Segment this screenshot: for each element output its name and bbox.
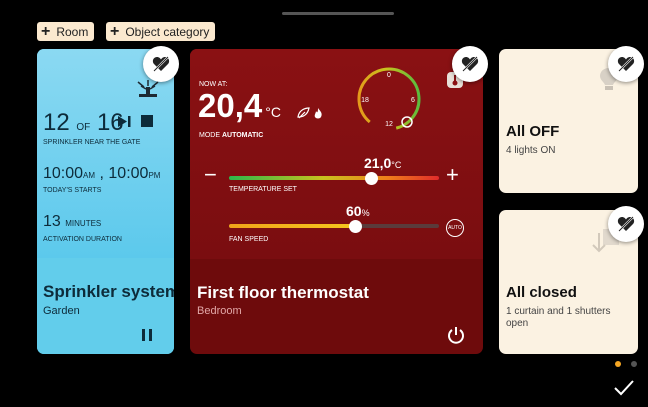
starts-label: TODAY'S STARTS [43, 187, 102, 194]
fan-knob[interactable] [348, 220, 362, 233]
temp-set-label: TEMPERATURE SET [229, 186, 297, 193]
fan-track-fill [229, 224, 355, 228]
gauge-tick-18: 18 [361, 97, 369, 104]
current-temperature: 20,4 °C [198, 87, 281, 125]
fan-value: 60 [346, 203, 362, 219]
setpoint: 21,0°C [364, 155, 401, 171]
skip-next-icon[interactable] [117, 115, 132, 128]
duration-value: 13 [43, 213, 61, 230]
stop-icon[interactable] [141, 115, 153, 127]
fan-label: FAN SPEED [229, 236, 269, 243]
fan-speed: 60% [346, 203, 370, 219]
cycle-of: OF [76, 122, 91, 133]
decrease-temp-button[interactable]: − [204, 164, 217, 186]
thermostat-card[interactable]: NOW AT: 20,4 °C MODE AUTOMATIC 0 6 12 18 … [190, 49, 483, 354]
card-title: Sprinkler system [43, 282, 174, 301]
unfavorite-icon[interactable] [452, 46, 488, 82]
start2-ampm: PM [148, 171, 161, 180]
current-temp-value: 20,4 [198, 87, 263, 124]
lights-title: All OFF [506, 123, 560, 140]
start-sep: , [99, 165, 104, 182]
cycle-current: 12 [43, 109, 70, 136]
add-category-label: Object category [125, 24, 210, 39]
unfavorite-icon[interactable] [608, 206, 644, 242]
start2-time: 10:00 [108, 165, 149, 182]
shutters-subtitle: 1 curtain and 1 shutters open [506, 306, 611, 329]
confirm-check-icon[interactable] [614, 380, 634, 396]
setpoint-value: 21,0 [364, 155, 392, 171]
duration: 13 MINUTES [43, 213, 101, 231]
temperature-track[interactable] [229, 176, 439, 180]
zone-label: SPRINKLER NEAR THE GATE [43, 139, 141, 146]
drag-handle[interactable] [282, 12, 394, 15]
pause-icon[interactable] [142, 329, 152, 341]
mode: MODE AUTOMATIC [199, 132, 263, 139]
unfavorite-icon[interactable] [608, 46, 644, 82]
add-room-button[interactable]: + Room [37, 22, 95, 41]
shutters-title: All closed [506, 284, 577, 301]
lights-subtitle: 4 lights ON [506, 145, 556, 156]
page-dot-active[interactable] [615, 361, 621, 367]
gauge-tick-6: 6 [411, 97, 415, 104]
page-dot[interactable] [631, 361, 637, 367]
temperature-gauge: 0 6 12 18 [357, 67, 421, 131]
plus-icon: + [41, 22, 51, 40]
start1-ampm: AM [83, 171, 96, 180]
card-title: First floor thermostat [197, 283, 369, 302]
power-icon[interactable] [447, 326, 465, 344]
gauge-tick-0: 0 [387, 72, 391, 79]
add-category-button[interactable]: + Object category [106, 22, 216, 41]
mode-label: MODE [199, 132, 220, 139]
mode-value: AUTOMATIC [221, 132, 264, 139]
start1-time: 10:00 [43, 165, 84, 182]
duration-label: ACTIVATION DURATION [43, 236, 122, 243]
sprinkler-card[interactable]: 12 OF 16 SPRINKLER NEAR THE GATE 10:00AM… [37, 49, 174, 354]
setpoint-unit: °C [391, 160, 402, 170]
duration-unit: MINUTES [65, 219, 102, 228]
plus-icon: + [110, 22, 120, 40]
card-room: Bedroom [197, 305, 242, 317]
cycle-counter: 12 OF 16 [43, 109, 124, 137]
fan-unit: % [361, 208, 370, 218]
add-room-label: Room [56, 24, 89, 39]
gauge-tick-12: 12 [385, 121, 393, 128]
eco-flame-icon [297, 107, 322, 119]
current-temp-unit: °C [265, 104, 281, 120]
unfavorite-icon[interactable] [143, 46, 179, 82]
auto-fan-button[interactable]: AUTO [446, 219, 464, 237]
card-room: Garden [43, 305, 80, 317]
increase-temp-button[interactable]: + [446, 164, 459, 186]
start-times: 10:00AM , 10:00PM [43, 165, 160, 183]
